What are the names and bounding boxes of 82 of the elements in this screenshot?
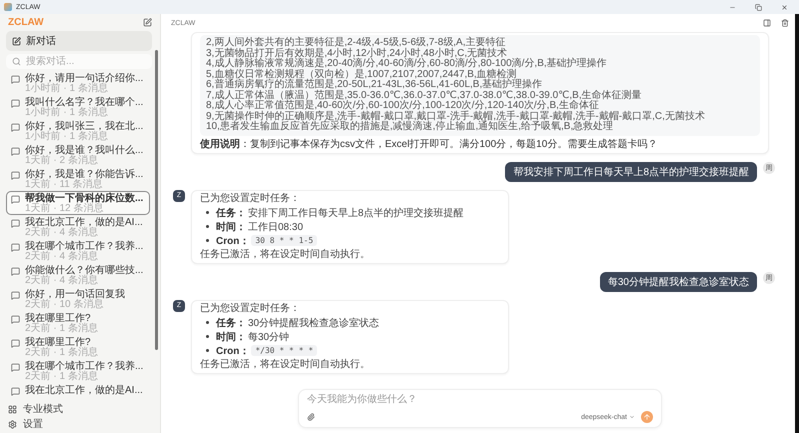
conversation-item[interactable]: 你能做什么？你有哪些技... 2天前 · 4 条消息	[6, 263, 150, 287]
conversation-item[interactable]: 我在哪个城市工作？我养... 2天前 · 4 条消息	[6, 239, 150, 263]
code-line: 4,成人静脉输液常规滴速是,20-40滴/分,40-60滴/分,60-80滴/分,80-100滴/分,B,基础护理操作	[206, 59, 608, 69]
code-line: 10,患者发生输血反应首先应采取的措施是,减慢滴速,停止输血,通知医生,给予吸氧,B,急救处理	[206, 122, 614, 132]
cron-code: */30 * * * *	[251, 345, 318, 356]
grid-icon	[8, 404, 17, 414]
app-icon	[4, 3, 12, 11]
chat-bubble-icon	[11, 387, 20, 396]
bullet-icon	[206, 321, 209, 324]
code-line: 5,血糖仪日常检测规程（双向检）是,1007,2107,2007,2447,B,血糖检测	[206, 70, 517, 80]
cron-code: 30 8 * * 1-5	[251, 235, 318, 246]
conversation-item[interactable]: 你好，用一句话回复我 2天前 · 10 条消息	[6, 287, 150, 311]
trash-icon[interactable]	[781, 19, 789, 27]
code-line: 3,无菌物品打开后有效期是,4小时,12小时,24小时,48小时,C,无菌技术	[206, 48, 508, 58]
chat-bubble-icon	[11, 195, 20, 204]
conversation-item[interactable]: 我在哪个城市工作？我养... 2天前 · 1 条消息	[6, 359, 150, 383]
conversation-item[interactable]: 你好，我叫张三，我在北... 1小时前 · 1 条消息	[6, 119, 150, 143]
bullet-icon	[206, 349, 209, 352]
code-line: 9,无菌操作时伸的正确顺序是,洗手-戴帽-戴口罩,戴口罩-洗手-戴帽,洗手-戴口罩-戴帽,洗手-戴帽-戴口罩,C,无菌技术	[206, 112, 706, 122]
chat-bubble-icon	[11, 339, 20, 348]
conversation-item[interactable]: 我在哪里工作? 2天前 · 1 条消息	[6, 311, 150, 335]
close-icon[interactable]	[780, 4, 788, 10]
conversation-item[interactable]: 你好，我是谁？我叫什么... 1天前 · 2 条消息	[6, 143, 150, 167]
field-label: Cron：	[216, 344, 250, 358]
field-value: 工作日08:30	[248, 220, 304, 234]
field-label: 任务：	[216, 316, 246, 330]
conversation-item[interactable]: 帮我做一下骨科的床位数... 1天前 · 12 条消息	[6, 191, 150, 215]
bullet-icon	[206, 211, 209, 214]
chat-bubble-icon	[11, 99, 20, 108]
user-message: 每30分钟提醒我检查急诊室状态	[600, 272, 757, 292]
chat-bubble-icon	[11, 267, 20, 276]
field-label: Cron：	[216, 234, 250, 248]
field-label: 时间：	[216, 220, 246, 234]
settings-item[interactable]: 设置	[8, 417, 152, 431]
caret-icon	[629, 414, 635, 420]
paperclip-icon[interactable]	[307, 413, 315, 421]
bullet-icon	[206, 225, 209, 228]
usage-note: 使用说明：复制到记事本保存为csv文件，Excel打开即可。满分100分，每题10分。需要生成答题卡吗？	[200, 138, 658, 150]
chat-bubble-icon	[11, 363, 20, 372]
field-value: 每30分钟	[248, 330, 290, 344]
search-icon	[12, 57, 21, 66]
code-line: 8,成人心率正常值范围是,40-60次/分,60-100次/分,100-120次/分,120-140次/分,B,生命体征	[206, 101, 599, 111]
settings-icon	[8, 420, 17, 428]
scrollbar-thumb[interactable]	[155, 50, 158, 350]
field-value: 安排下周工作日每天早上8点半的护理交接班提醒	[248, 206, 464, 220]
chat-bubble-icon	[11, 171, 20, 180]
chat-bubble-icon	[11, 219, 20, 228]
field-label: 任务：	[216, 206, 246, 220]
search-input[interactable]: 搜索对话...	[26, 56, 126, 67]
field-value: 30分钟提醒我检查急诊室状态	[248, 316, 380, 330]
chat-bubble-icon	[11, 315, 20, 324]
message-text: 任务已激活，将在设定时间自动执行。	[200, 248, 371, 260]
code-line: 7,成人正常体温（腋温）范围是,35.0-36.0℃,36.0-37.0℃,37.0-38.0℃,38.0-39.0℃,B,生命体征测量	[206, 90, 643, 100]
restore-icon[interactable]	[754, 4, 762, 10]
message-text: 已为您设置定时任务：	[200, 192, 301, 204]
mode-item[interactable]: 专业模式	[8, 402, 152, 416]
new-chat-button[interactable]: 新对话	[6, 31, 152, 51]
chat-bubble-icon	[11, 291, 20, 300]
chat-bubble-icon	[11, 147, 20, 156]
search-field[interactable]: 搜索对话...	[6, 54, 152, 69]
conversation-item[interactable]: 我叫什么名字？我在哪个... 1小时前 · 1 条消息	[6, 95, 150, 119]
message-text: 已为您设置定时任务：	[200, 302, 301, 314]
message-text: 任务已激活，将在设定时间自动执行。	[200, 358, 371, 370]
app-logo: ZCLAW	[8, 17, 44, 28]
code-line: 6,普通病房氧疗的流量范围是,20-50L,21-43L,36-56L,41-60L,B,基础护理操作	[206, 80, 544, 90]
chat-bubble-icon	[11, 243, 20, 252]
conversation-item[interactable]: 我在北京工作，做的是AI...	[6, 383, 150, 398]
compose-icon	[12, 36, 21, 46]
arrow-up-icon	[643, 413, 651, 421]
chat-bubble-icon	[11, 123, 20, 132]
field-label: 时间：	[216, 330, 246, 344]
code-line: 2,两人间外套共有的主要特征是,2-4级,4-5级,5-6级,7-8级,A,主要特征	[206, 38, 506, 48]
conversation-item[interactable]: 我在哪里工作? 2天前 · 1 条消息	[6, 335, 150, 359]
conversation-item[interactable]: 我在北京工作，做的是AI... 2天前 · 4 条消息	[6, 215, 150, 239]
chat-bubble-icon	[11, 75, 20, 84]
conversation-item[interactable]: 你好，我是谁？你能告诉... 1天前 · 11 条消息	[6, 167, 150, 191]
bullet-icon	[206, 335, 209, 338]
user-message: 帮我安排下周工作日每天早上8点半的护理交接班提醒	[505, 162, 757, 182]
compose-icon[interactable]	[143, 18, 152, 27]
bullet-icon	[206, 239, 209, 242]
conversation-item[interactable]: 你好，请用一句话介绍你... 1小时前 · 1 条消息	[6, 71, 150, 95]
panel-icon[interactable]	[763, 19, 771, 27]
